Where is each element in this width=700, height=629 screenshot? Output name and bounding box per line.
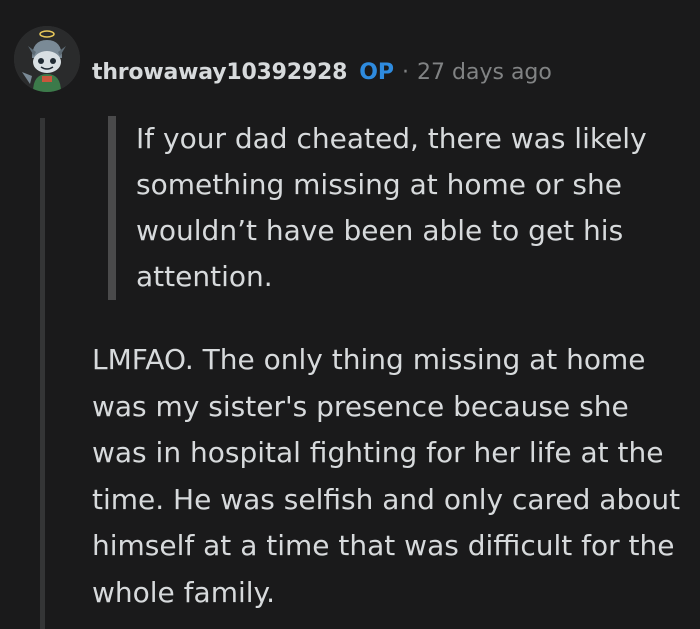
author-username[interactable]: throwaway10392928	[92, 60, 347, 85]
comment-header: throwaway10392928 OP · 27 days ago	[92, 52, 552, 92]
thread-collapse-line[interactable]	[40, 118, 45, 629]
user-avatar-icon[interactable]	[14, 26, 80, 92]
comment: throwaway10392928 OP · 27 days ago If yo…	[0, 0, 700, 629]
header-separator: ·	[402, 59, 410, 85]
op-badge: OP	[359, 59, 395, 85]
comment-timestamp[interactable]: 27 days ago	[417, 60, 552, 85]
comment-paragraph: LMFAO. The only thing missing at home wa…	[92, 343, 681, 609]
quote-paragraph: If your dad cheated, there was likely so…	[136, 122, 647, 293]
quoted-text: If your dad cheated, there was likely so…	[108, 116, 700, 300]
comment-body: LMFAO. The only thing missing at home wa…	[92, 337, 692, 616]
